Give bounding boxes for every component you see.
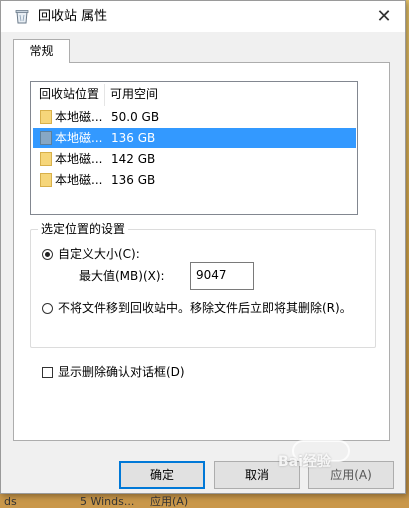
tab-general[interactable]: 常规 <box>13 39 70 63</box>
list-item-space: 50.0 GB <box>111 110 160 124</box>
list-item-name: 本地磁... <box>55 110 103 124</box>
delete-immediately-radio-label[interactable]: 不将文件移到回收站中。移除文件后立即将其删除(R)。 <box>58 300 352 316</box>
list-item[interactable]: 本地磁... 50.0 GB <box>33 107 356 127</box>
custom-size-radio[interactable] <box>42 249 53 260</box>
confirm-delete-checkbox[interactable] <box>42 367 53 378</box>
column-divider[interactable] <box>104 84 105 106</box>
list-item-selected[interactable]: 本地磁... 136 GB <box>33 128 356 148</box>
max-size-input[interactable]: 9047 <box>190 262 254 290</box>
drive-folder-icon <box>40 131 52 145</box>
background-text: ds <box>4 495 17 508</box>
close-button[interactable]: ✕ <box>363 1 405 32</box>
window-title: 回收站 属性 <box>38 9 108 24</box>
confirm-delete-checkbox-label[interactable]: 显示删除确认对话框(D) <box>58 364 185 380</box>
watermark: Bai经验 <box>278 454 331 470</box>
list-item-name: 本地磁... <box>55 131 103 145</box>
background-window-strip: ds 5 Winds... 应用(A) <box>0 496 409 508</box>
list-item[interactable]: 本地磁... 136 GB <box>33 170 356 190</box>
background-text: 应用(A) <box>150 495 189 508</box>
background-text: 5 Winds... <box>80 495 135 508</box>
drive-folder-icon <box>40 110 52 124</box>
ok-button[interactable]: 确定 <box>119 461 205 489</box>
list-item-name: 本地磁... <box>55 152 103 166</box>
column-header-free-space[interactable]: 可用空间 <box>110 86 158 102</box>
delete-immediately-radio[interactable] <box>42 303 53 314</box>
close-icon: ✕ <box>376 6 392 27</box>
list-item-space: 136 GB <box>111 131 156 145</box>
custom-size-radio-label[interactable]: 自定义大小(C): <box>58 246 140 262</box>
column-header-location[interactable]: 回收站位置 <box>39 86 99 102</box>
settings-group-legend: 选定位置的设置 <box>38 221 129 237</box>
title-bar[interactable]: 回收站 属性 ✕ <box>1 1 405 32</box>
drive-folder-icon <box>40 173 52 187</box>
drive-folder-icon <box>40 152 52 166</box>
list-item-name: 本地磁... <box>55 173 103 187</box>
recycle-bin-icon <box>15 10 29 24</box>
list-item-space: 136 GB <box>111 173 156 187</box>
list-item[interactable]: 本地磁... 142 GB <box>33 149 356 169</box>
list-item-space: 142 GB <box>111 152 156 166</box>
max-size-label: 最大值(MB)(X): <box>79 269 165 283</box>
